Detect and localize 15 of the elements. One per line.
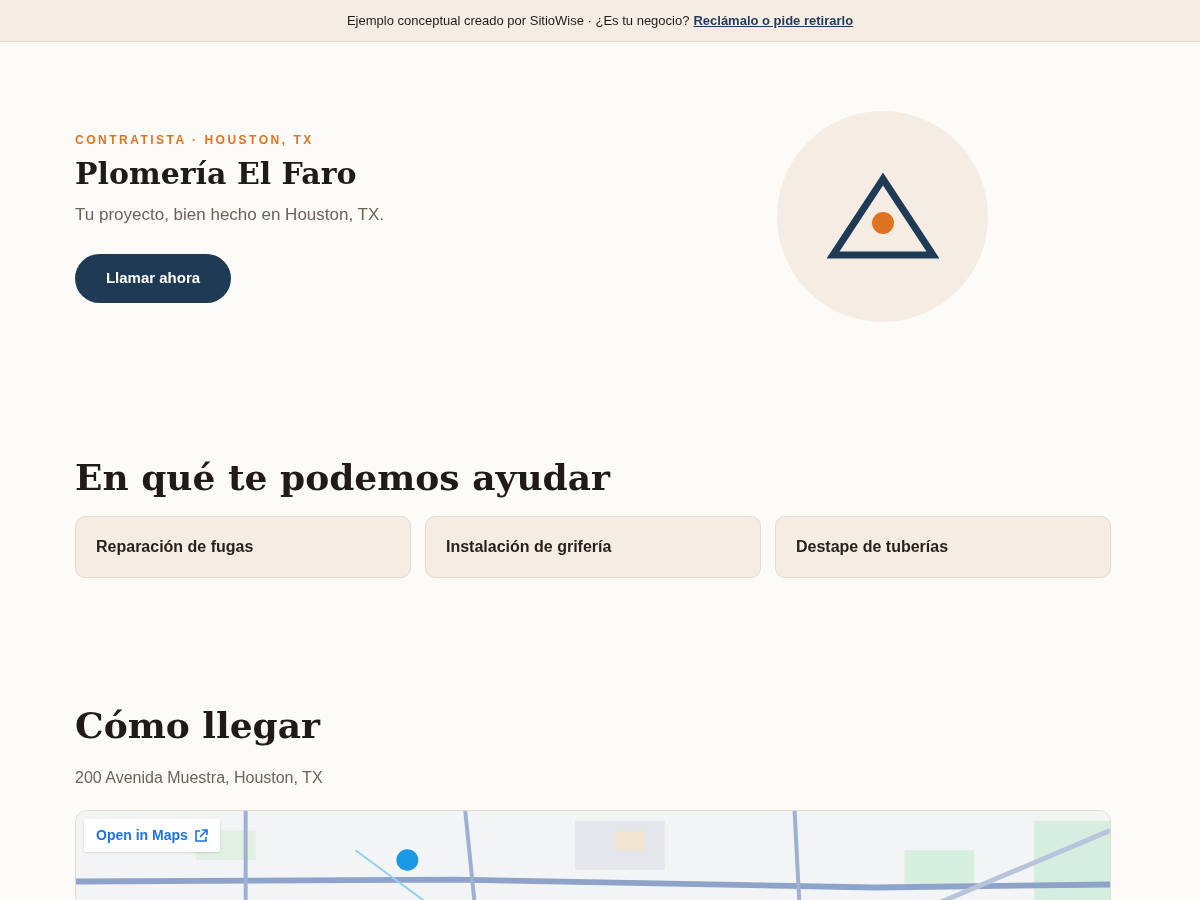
business-name: Plomería El Faro [75, 154, 358, 192]
call-button[interactable]: Llamar ahora [75, 253, 231, 303]
open-in-maps-button[interactable]: Open in Maps [84, 819, 220, 852]
service-card: Reparación de fugas [75, 516, 411, 578]
map[interactable]: Open in Maps [75, 810, 1111, 900]
address: 200 Avenida Muestra, Houston, TX [75, 768, 324, 788]
directions-heading: Cómo llegar [75, 703, 322, 748]
eyebrow: CONTRATISTA · HOUSTON, TX [75, 131, 315, 149]
claim-link[interactable]: Reclámalo o pide retirarlo [693, 10, 854, 31]
tagline: Tu proyecto, bien hecho en Houston, TX. [75, 204, 385, 226]
service-card: Destape de tuberías [775, 516, 1111, 578]
services-heading: En qué te podemos ayudar [75, 455, 612, 500]
external-link-icon [193, 828, 208, 843]
banner-text: Ejemplo conceptual creado por SitioWise · ¿Es tu negocio? [346, 11, 690, 30]
service-card: Instalación de grifería [425, 516, 761, 578]
